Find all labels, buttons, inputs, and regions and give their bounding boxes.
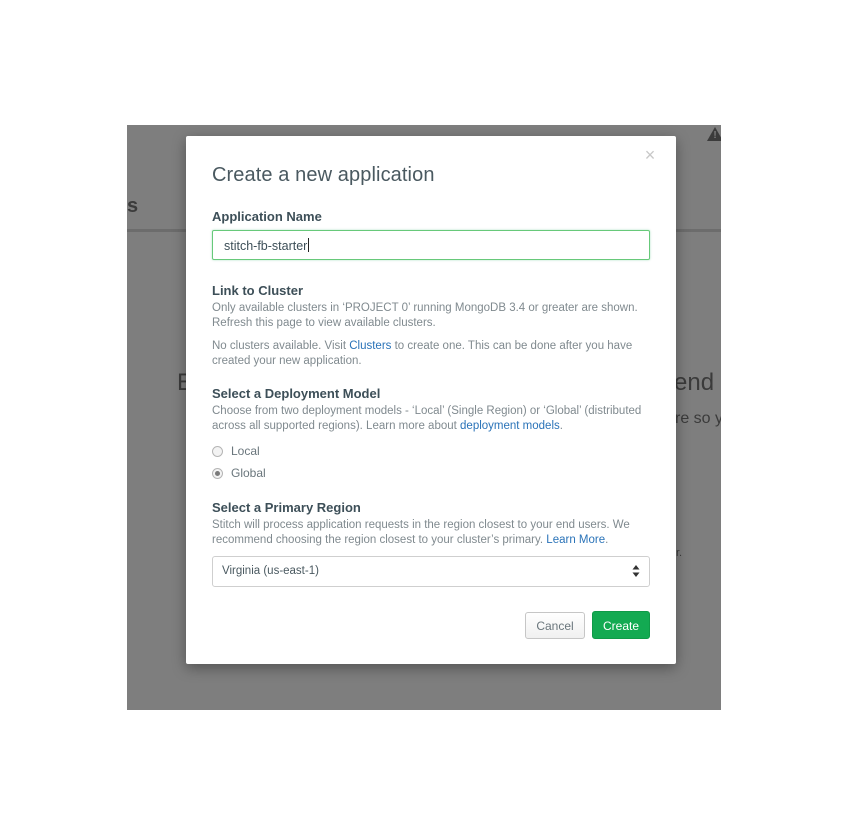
background-text-fragment: re so y — [675, 410, 721, 427]
primary-region-value: Virginia (us-east-1) — [222, 565, 319, 577]
application-name-label: Application Name — [212, 209, 322, 224]
background-text-fragment: r. — [676, 547, 683, 559]
create-application-dialog: × Create a new application Application N… — [186, 136, 676, 664]
warning-icon-mark: ! — [713, 130, 717, 141]
deployment-model-label: Select a Deployment Model — [212, 386, 381, 401]
select-arrows-icon — [632, 565, 640, 577]
deployment-models-link[interactable]: deployment models — [460, 420, 560, 432]
no-clusters-text: No clusters available. Visit — [212, 340, 350, 352]
region-help-period: . — [605, 534, 609, 546]
primary-region-select[interactable]: Virginia (us-east-1) — [212, 556, 650, 587]
radio-local[interactable] — [212, 445, 223, 457]
close-icon[interactable]: × — [642, 146, 658, 164]
create-button[interactable]: Create — [592, 611, 650, 639]
application-name-input[interactable]: stitch-fb-starter — [212, 230, 650, 260]
text-caret — [308, 238, 310, 252]
application-name-value: stitch-fb-starter — [224, 239, 308, 253]
background-heading-fragment: s — [127, 195, 139, 217]
no-clusters-note: No clusters available. Visit Clusters to… — [212, 339, 644, 369]
cancel-button[interactable]: Cancel — [525, 612, 585, 639]
deployment-model-help: Choose from two deployment models - ‘Loc… — [212, 404, 644, 434]
deployment-help-period: . — [559, 420, 563, 432]
primary-region-label: Select a Primary Region — [212, 500, 361, 515]
deployment-option-local[interactable]: Local — [212, 443, 260, 459]
background-text-fragment: end a — [674, 369, 721, 396]
primary-region-help: Stitch will process application requests… — [212, 518, 644, 548]
deployment-option-global[interactable]: Global — [212, 465, 266, 481]
link-to-cluster-label: Link to Cluster — [212, 283, 304, 298]
learn-more-link[interactable]: Learn More — [546, 534, 605, 546]
link-to-cluster-help: Only available clusters in ‘PROJECT 0’ r… — [212, 302, 638, 329]
radio-global-label: Global — [231, 466, 266, 480]
radio-local-label: Local — [231, 444, 260, 458]
radio-global[interactable] — [212, 467, 223, 479]
deployment-help-text: Choose from two deployment models - ‘Loc… — [212, 405, 642, 432]
clusters-link[interactable]: Clusters — [349, 340, 391, 352]
dialog-title: Create a new application — [212, 164, 435, 186]
